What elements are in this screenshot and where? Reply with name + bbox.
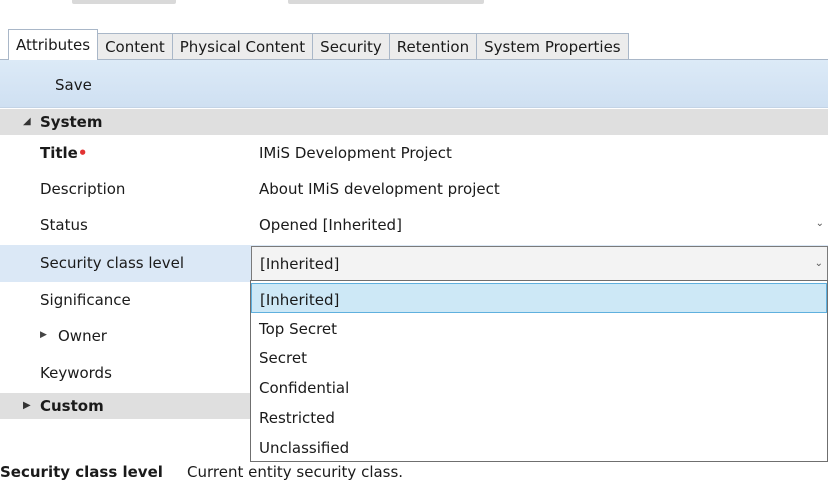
dropdown-option-confidential[interactable]: Confidential bbox=[251, 372, 827, 402]
tab-attributes[interactable]: Attributes bbox=[8, 29, 99, 60]
field-value-status[interactable]: Opened [Inherited] bbox=[259, 216, 402, 234]
hint-term: Security class level bbox=[0, 463, 163, 481]
field-label-status: Status bbox=[40, 216, 88, 234]
field-row-title: Title• IMiS Development Project bbox=[0, 135, 828, 171]
field-label-description: Description bbox=[40, 180, 126, 198]
collapse-triangle-icon[interactable]: ◢ bbox=[23, 116, 31, 127]
field-row-status: Status Opened [Inherited] ⌄ bbox=[0, 207, 828, 243]
field-value-title[interactable]: IMiS Development Project bbox=[259, 144, 452, 162]
group-custom-label: Custom bbox=[40, 397, 104, 415]
security-class-combobox[interactable]: [Inherited] ⌄ bbox=[251, 246, 828, 281]
field-label-title: Title• bbox=[40, 144, 88, 162]
dropdown-option-inherited[interactable]: [Inherited] bbox=[251, 283, 827, 313]
security-class-dropdown: [Inherited] Top Secret Secret Confidenti… bbox=[250, 280, 828, 462]
expand-triangle-icon[interactable]: ▶ bbox=[23, 400, 31, 411]
tab-retention[interactable]: Retention bbox=[388, 33, 478, 60]
obscured-header-strip bbox=[0, 0, 828, 14]
tab-security[interactable]: Security bbox=[312, 33, 390, 60]
chevron-down-icon[interactable]: ⌄ bbox=[816, 218, 824, 229]
obscured-header-text bbox=[288, 0, 484, 4]
obscured-header-text bbox=[72, 0, 176, 4]
field-label-owner: Owner bbox=[58, 327, 107, 345]
field-label-security-class-level: Security class level bbox=[40, 254, 185, 272]
dropdown-option-secret[interactable]: Secret bbox=[251, 342, 827, 372]
save-button[interactable]: Save bbox=[55, 76, 92, 94]
field-label-significance: Significance bbox=[40, 291, 131, 309]
expand-triangle-icon[interactable]: ▶ bbox=[40, 330, 47, 340]
tab-strip: Attributes Content Physical Content Secu… bbox=[8, 28, 629, 60]
dropdown-option-top-secret[interactable]: Top Secret bbox=[251, 313, 827, 343]
security-class-selected-value: [Inherited] bbox=[260, 255, 340, 273]
dropdown-option-unclassified[interactable]: Unclassified bbox=[251, 432, 827, 462]
tab-content[interactable]: Content bbox=[97, 33, 173, 60]
group-system[interactable]: ◢ System bbox=[0, 109, 828, 135]
field-row-description: Description About IMiS development proje… bbox=[0, 171, 828, 207]
hint-text: Current entity security class. bbox=[187, 463, 404, 481]
tab-system-properties[interactable]: System Properties bbox=[476, 33, 629, 60]
required-marker: • bbox=[77, 144, 88, 162]
description-hint-bar: Security class level Current entity secu… bbox=[0, 462, 828, 482]
field-value-description[interactable]: About IMiS development project bbox=[259, 180, 500, 198]
group-system-label: System bbox=[40, 113, 103, 131]
chevron-down-icon[interactable]: ⌄ bbox=[815, 258, 823, 269]
field-label-keywords: Keywords bbox=[40, 364, 112, 382]
tab-physical-content[interactable]: Physical Content bbox=[171, 33, 314, 60]
tab-strip-baseline bbox=[0, 59, 828, 60]
toolbar: Save bbox=[0, 60, 828, 108]
dropdown-option-restricted[interactable]: Restricted bbox=[251, 402, 827, 432]
